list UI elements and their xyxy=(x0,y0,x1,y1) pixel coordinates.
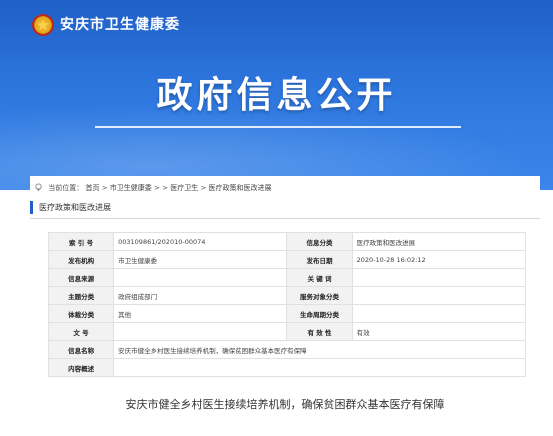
meta-value: 003109861/202010-00074 xyxy=(113,232,288,251)
table-row: 文 号 有 效 性 有效 xyxy=(47,322,527,341)
meta-value: 政府组成部门 xyxy=(113,286,288,305)
breadcrumb-level1[interactable]: 市卫生健康委 xyxy=(110,184,152,192)
info-name-value: 安庆市健全乡村医生接续培养机制，确保贫困群众基本医疗有保障 xyxy=(113,340,526,359)
table-row: 主题分类 政府组成部门 服务对象分类 xyxy=(47,286,527,305)
meta-key: 关 键 词 xyxy=(286,268,353,287)
meta-value: 其他 xyxy=(113,304,288,323)
breadcrumb-level3[interactable]: 医疗政策和医改进展 xyxy=(209,184,272,192)
section-accent-bar xyxy=(30,201,33,214)
meta-value: 有效 xyxy=(351,322,527,341)
breadcrumb-separator: > xyxy=(200,184,209,192)
meta-value: 市卫生健康委 xyxy=(113,250,288,269)
table-row: 信息来源 关 键 词 xyxy=(47,268,527,287)
meta-key: 发布日期 xyxy=(286,250,353,269)
title-underline xyxy=(95,126,461,128)
breadcrumb-separator: > xyxy=(101,184,110,192)
meta-key: 索 引 号 xyxy=(47,232,115,251)
section-header: 医疗政策和医改进展 xyxy=(30,198,540,219)
meta-value: 2020-10-28 16:02:12 xyxy=(351,250,527,269)
location-icon xyxy=(35,183,42,192)
breadcrumb-separator: > > xyxy=(154,184,171,192)
metadata-table: 索 引 号 003109861/202010-00074 信息分类 医疗政策和医… xyxy=(47,232,527,377)
site-name[interactable]: 安庆市卫生健康委 xyxy=(60,14,180,36)
content-panel: 当前位置： 首页 > 市卫生健康委 > > 医疗卫生 > 医疗政策和医改进展 医… xyxy=(30,176,540,436)
table-row: 索 引 号 003109861/202010-00074 信息分类 医疗政策和医… xyxy=(47,232,527,251)
table-row: 信息名称 安庆市健全乡村医生接续培养机制，确保贫困群众基本医疗有保障 xyxy=(47,340,526,359)
meta-key: 信息来源 xyxy=(47,268,115,287)
header-banner: 安庆市卫生健康委 政府信息公开 xyxy=(0,0,553,190)
table-row: 内容概述 xyxy=(47,358,526,377)
breadcrumb-prefix: 当前位置： xyxy=(48,184,84,192)
national-emblem-icon xyxy=(32,14,54,36)
breadcrumb-level2[interactable]: 医疗卫生 xyxy=(170,184,198,192)
breadcrumb: 当前位置： 首页 > 市卫生健康委 > > 医疗卫生 > 医疗政策和医改进展 xyxy=(34,180,272,196)
meta-value xyxy=(351,304,527,323)
meta-value xyxy=(351,268,527,287)
meta-key: 生命周期分类 xyxy=(286,304,353,323)
meta-key: 有 效 性 xyxy=(286,322,353,341)
meta-key: 信息分类 xyxy=(286,232,353,251)
meta-value xyxy=(351,286,527,305)
article-headline: 安庆市健全乡村医生接续培养机制，确保贫困群众基本医疗有保障 xyxy=(125,398,445,411)
table-row: 发布机构 市卫生健康委 发布日期 2020-10-28 16:02:12 xyxy=(47,250,527,269)
breadcrumb-home[interactable]: 首页 xyxy=(85,184,99,192)
meta-key: 文 号 xyxy=(47,322,115,341)
summary-value xyxy=(113,358,526,377)
section-title: 医疗政策和医改进展 xyxy=(39,203,111,212)
meta-key: 信息名称 xyxy=(47,340,115,359)
meta-key: 主题分类 xyxy=(47,286,115,305)
meta-value xyxy=(113,268,288,287)
meta-key: 内容概述 xyxy=(47,358,115,377)
meta-key: 服务对象分类 xyxy=(286,286,353,305)
page-title: 政府信息公开 xyxy=(156,75,397,116)
meta-value: 医疗政策和医改进展 xyxy=(351,232,527,251)
table-row: 体裁分类 其他 生命周期分类 xyxy=(47,304,527,323)
meta-value xyxy=(113,322,288,341)
meta-key: 体裁分类 xyxy=(47,304,115,323)
meta-key: 发布机构 xyxy=(47,250,115,269)
